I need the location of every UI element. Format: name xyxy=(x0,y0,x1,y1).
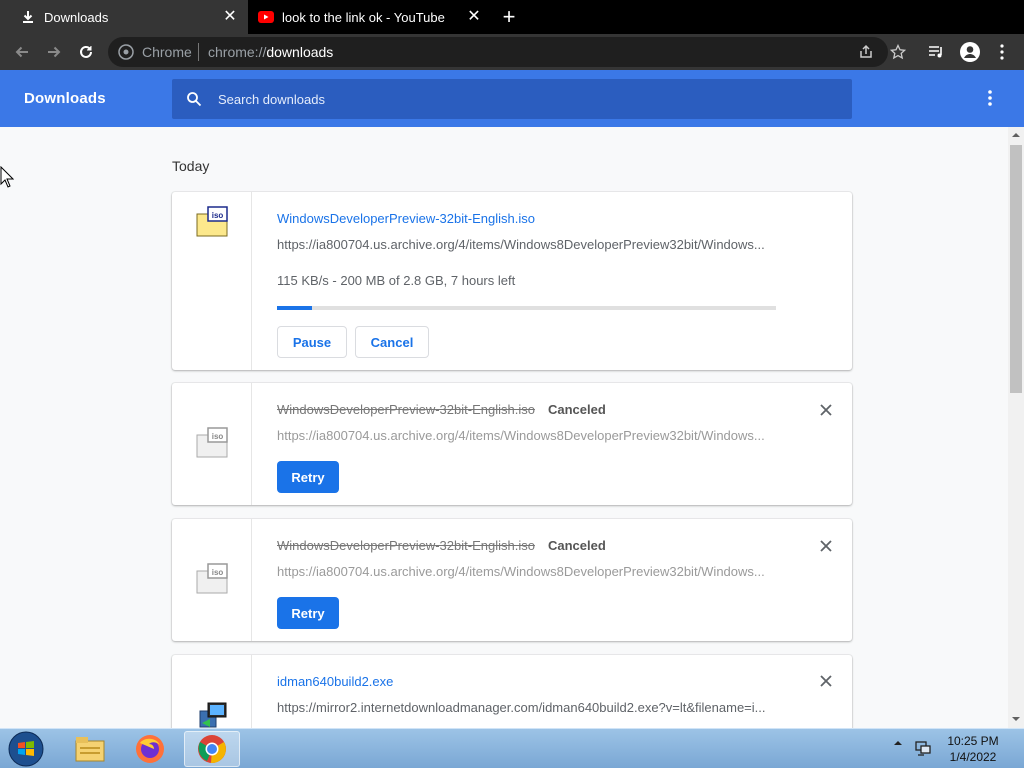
tab-strip: Downloads ✕ look to the link ok - YouTub… xyxy=(0,0,1024,34)
iso-file-icon: iso xyxy=(196,206,228,237)
search-icon xyxy=(187,92,202,107)
omnibox-divider xyxy=(198,43,199,61)
more-options-icon[interactable] xyxy=(980,88,1000,108)
close-tab-icon[interactable]: ✕ xyxy=(466,9,482,25)
scrollbar-thumb[interactable] xyxy=(1010,145,1022,393)
folder-icon xyxy=(75,737,105,762)
remove-item-icon[interactable] xyxy=(818,673,834,689)
scheme-label: Chrome xyxy=(142,44,192,60)
file-name-link[interactable]: WindowsDeveloperPreview-32bit-English.is… xyxy=(277,211,535,226)
svg-text:iso: iso xyxy=(212,432,224,441)
iso-file-icon: iso xyxy=(196,563,228,594)
forward-arrow-icon xyxy=(48,46,61,58)
downloads-list: Today iso WindowsDeveloperPreview-32bit-… xyxy=(0,127,1008,728)
network-icon[interactable] xyxy=(914,739,932,757)
file-icon-column: iso xyxy=(172,192,252,370)
show-hidden-icons-arrow[interactable] xyxy=(892,737,904,749)
chrome-icon xyxy=(198,735,226,764)
remove-item-icon[interactable] xyxy=(818,402,834,418)
firefox-icon xyxy=(136,735,164,763)
address-bar[interactable]: Chrome chrome://downloads xyxy=(108,37,906,67)
pause-button[interactable]: Pause xyxy=(277,326,347,358)
tab-downloads[interactable]: Downloads ✕ xyxy=(0,0,248,34)
svg-text:iso: iso xyxy=(212,568,224,577)
taskbar-chrome[interactable] xyxy=(184,731,240,767)
taskbar-explorer[interactable] xyxy=(62,731,118,767)
download-item: iso WindowsDeveloperPreview-32bit-Englis… xyxy=(172,519,852,641)
downloads-header: Downloads xyxy=(0,70,1024,127)
search-input[interactable] xyxy=(218,89,818,109)
system-clock[interactable]: 10:25 PM 1/4/2022 xyxy=(940,733,1006,765)
tab-title: Downloads xyxy=(44,9,109,25)
date-section-label: Today xyxy=(172,158,210,174)
windows-taskbar: 10:25 PM 1/4/2022 xyxy=(0,728,1024,768)
reload-button[interactable] xyxy=(76,42,96,62)
scroll-down-arrow-icon[interactable] xyxy=(1012,715,1020,723)
download-item: iso WindowsDeveloperPreview-32bit-Englis… xyxy=(172,192,852,370)
cancel-button[interactable]: Cancel xyxy=(355,326,429,358)
retry-button[interactable]: Retry xyxy=(277,461,339,493)
source-url[interactable]: https://mirror2.internetdownloadmanager.… xyxy=(277,700,777,715)
file-icon-column: iso xyxy=(172,383,252,505)
exe-installer-icon xyxy=(199,702,227,728)
source-url[interactable]: https://ia800704.us.archive.org/4/items/… xyxy=(277,237,777,252)
media-controls-icon[interactable] xyxy=(928,44,946,60)
progress-bar-fill xyxy=(277,306,312,310)
source-url[interactable]: https://ia800704.us.archive.org/4/items/… xyxy=(277,428,777,443)
start-button-icon[interactable] xyxy=(6,731,46,767)
chrome-menu-icon[interactable] xyxy=(996,43,1008,61)
download-icon xyxy=(20,9,36,25)
progress-text: 115 KB/s - 200 MB of 2.8 GB, 7 hours lef… xyxy=(277,273,516,288)
file-name: WindowsDeveloperPreview-32bit-English.is… xyxy=(277,402,535,417)
chrome-logo-icon xyxy=(118,44,134,60)
source-url[interactable]: https://ia800704.us.archive.org/4/items/… xyxy=(277,564,777,579)
youtube-icon xyxy=(258,9,274,25)
svg-text:iso: iso xyxy=(212,211,224,220)
search-box[interactable] xyxy=(172,79,852,119)
download-item: idman640build2.exe https://mirror2.inter… xyxy=(172,655,852,728)
back-button[interactable] xyxy=(12,42,32,62)
file-name-link[interactable]: idman640build2.exe xyxy=(277,674,393,689)
file-icon-column: iso xyxy=(172,519,252,641)
iso-file-icon: iso xyxy=(196,427,228,458)
tab-youtube[interactable]: look to the link ok - YouTube ✕ xyxy=(248,0,492,34)
share-icon[interactable] xyxy=(858,44,874,60)
reload-icon xyxy=(80,45,92,58)
file-name: WindowsDeveloperPreview-32bit-English.is… xyxy=(277,538,535,553)
mouse-cursor-icon xyxy=(0,166,14,188)
clock-time: 10:25 PM xyxy=(947,734,999,748)
status-label: Canceled xyxy=(548,538,606,553)
scroll-up-arrow-icon[interactable] xyxy=(1012,131,1020,139)
retry-button[interactable]: Retry xyxy=(277,597,339,629)
remove-item-icon[interactable] xyxy=(818,538,834,554)
file-icon-column xyxy=(172,655,252,728)
download-item: iso WindowsDeveloperPreview-32bit-Englis… xyxy=(172,383,852,505)
bookmark-star-icon[interactable] xyxy=(890,44,906,60)
browser-toolbar: Chrome chrome://downloads xyxy=(0,34,1024,70)
progress-bar xyxy=(277,306,776,310)
page-scrollbar[interactable] xyxy=(1008,127,1024,728)
tab-title: look to the link ok - YouTube xyxy=(282,9,445,25)
back-arrow-icon xyxy=(15,46,28,58)
taskbar-firefox[interactable] xyxy=(122,731,178,767)
close-tab-icon[interactable]: ✕ xyxy=(222,9,238,25)
profile-avatar-icon[interactable] xyxy=(960,42,980,62)
forward-button[interactable] xyxy=(44,42,64,62)
clock-date: 1/4/2022 xyxy=(949,750,997,764)
status-label: Canceled xyxy=(548,402,606,417)
page-title: Downloads xyxy=(24,90,106,107)
url-text: chrome://downloads xyxy=(208,44,334,60)
new-tab-button[interactable]: + xyxy=(498,6,520,28)
